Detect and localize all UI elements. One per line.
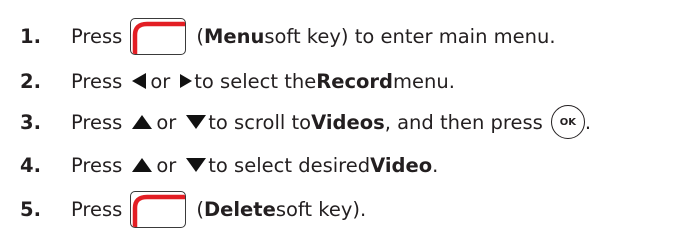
step-text-to-scroll: to scroll to bbox=[208, 110, 312, 134]
step-text-press: Press bbox=[71, 24, 123, 48]
step-number: 2. bbox=[20, 69, 41, 93]
down-arrow-icon bbox=[186, 158, 207, 172]
step-text-rest: menu. bbox=[392, 69, 455, 93]
step-text-rest: , and then press bbox=[384, 110, 543, 134]
step-text-to-select: to select desired bbox=[208, 153, 371, 177]
step-item-name: Videos bbox=[311, 110, 385, 134]
step-number: 4. bbox=[20, 153, 41, 177]
step-text-or: or bbox=[156, 110, 177, 134]
step-number: 3. bbox=[20, 110, 41, 134]
ok-key-icon: OK bbox=[550, 105, 585, 139]
up-arrow-icon bbox=[132, 115, 153, 129]
left-soft-key-icon bbox=[130, 190, 187, 228]
step-text-press: Press bbox=[71, 153, 123, 177]
step-text-press: Press bbox=[71, 69, 123, 93]
step-text-press: Press bbox=[71, 110, 123, 134]
step-text-or: or bbox=[156, 153, 177, 177]
step-number: 5. bbox=[20, 197, 41, 221]
step-menu-name: Record bbox=[316, 69, 393, 93]
step-text-rest: soft key) to enter main menu. bbox=[264, 24, 556, 48]
step-text-end: . bbox=[432, 153, 439, 177]
step-key-name: Menu bbox=[203, 24, 265, 48]
step-text-press: Press bbox=[71, 197, 123, 221]
step-text-paren: ( bbox=[196, 24, 204, 48]
left-arrow-icon bbox=[132, 73, 147, 89]
up-arrow-icon bbox=[132, 158, 153, 172]
left-soft-key-icon bbox=[130, 17, 187, 55]
step-text-or: or bbox=[150, 69, 171, 93]
step-item-name: Video bbox=[370, 153, 433, 177]
step-number: 1. bbox=[20, 24, 41, 48]
down-arrow-icon bbox=[186, 115, 207, 129]
step-key-name: Delete bbox=[203, 197, 276, 221]
step-text-to-select: to select the bbox=[194, 69, 317, 93]
step-text-paren: ( bbox=[196, 197, 204, 221]
right-arrow-icon bbox=[180, 74, 193, 88]
step-text-end: . bbox=[584, 110, 592, 134]
step-text-rest: soft key). bbox=[275, 197, 367, 221]
